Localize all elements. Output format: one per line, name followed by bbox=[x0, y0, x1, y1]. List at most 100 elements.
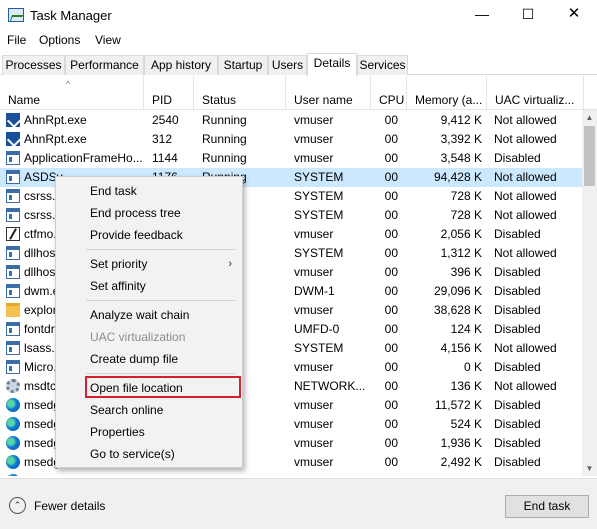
cell-uac: Not allowed bbox=[494, 170, 557, 184]
table-row[interactable]: AhnRpt.exe 2540 Running vmuser 00 9,412 K Not … bbox=[0, 111, 582, 130]
cell-user: vmuser bbox=[294, 113, 334, 127]
ahnlab-icon bbox=[6, 113, 20, 127]
cell-cpu: 00 bbox=[384, 151, 398, 165]
close-button[interactable]: ✕ bbox=[551, 0, 597, 30]
cell-memory: 3,548 K bbox=[440, 151, 482, 165]
cell-uac: Disabled bbox=[494, 284, 541, 298]
menu-item-end-task[interactable]: End task bbox=[56, 180, 242, 202]
gear-icon bbox=[6, 379, 20, 393]
app-window-icon bbox=[6, 151, 20, 165]
column-header: ^ Name PID Status User name CPU Memory (… bbox=[0, 76, 597, 110]
cell-uac: Disabled bbox=[494, 227, 541, 241]
cell-memory: 1,312 K bbox=[440, 246, 482, 260]
app-window-icon bbox=[6, 322, 20, 336]
column-user-name[interactable]: User name bbox=[286, 76, 371, 110]
footer: ⌃ Fewer details End task bbox=[0, 478, 597, 529]
column-pid[interactable]: PID bbox=[144, 76, 194, 110]
cell-cpu: 00 bbox=[384, 246, 398, 260]
menu-item-end-process-tree[interactable]: End process tree bbox=[56, 202, 242, 224]
menu-file[interactable]: File bbox=[7, 33, 26, 47]
vertical-scrollbar[interactable]: ▲ ▼ bbox=[582, 110, 597, 476]
cell-uac: Disabled bbox=[494, 265, 541, 279]
menu-item-set-affinity[interactable]: Set affinity bbox=[56, 275, 242, 297]
cell-memory: 4,156 K bbox=[440, 341, 482, 355]
menu-bar: File Options View bbox=[0, 31, 597, 51]
cell-uac: Disabled bbox=[494, 303, 541, 317]
tab-users[interactable]: Users bbox=[268, 55, 307, 75]
column-memory[interactable]: Memory (a... bbox=[407, 76, 487, 110]
cell-user: UMFD-0 bbox=[294, 322, 340, 336]
ctfmon-icon bbox=[6, 227, 20, 241]
cell-cpu: 00 bbox=[384, 341, 398, 355]
table-row[interactable]: AhnRpt.exe 312 Running vmuser 00 3,392 K Not a… bbox=[0, 130, 582, 149]
cell-memory: 94,428 K bbox=[433, 170, 482, 184]
tab-app-history[interactable]: App history bbox=[144, 55, 218, 75]
cell-memory: 9,412 K bbox=[440, 113, 482, 127]
cell-name: msedg... bbox=[24, 474, 142, 476]
menu-item-properties[interactable]: Properties bbox=[56, 421, 242, 443]
tab-startup[interactable]: Startup bbox=[218, 55, 268, 75]
menu-item-analyze-wait-chain[interactable]: Analyze wait chain bbox=[56, 304, 242, 326]
table-row[interactable]: ApplicationFrameHo... 1144 Running vmuser 00… bbox=[0, 149, 582, 168]
cell-memory: 0 K bbox=[463, 360, 482, 374]
edge-icon bbox=[6, 398, 20, 412]
menu-item-label: UAC virtualization bbox=[90, 330, 186, 344]
menu-item-create-dump-file[interactable]: Create dump file bbox=[56, 348, 242, 370]
cell-cpu: 00 bbox=[384, 436, 398, 450]
menu-item-go-to-service-s[interactable]: Go to service(s) bbox=[56, 443, 242, 465]
cell-user: vmuser bbox=[294, 360, 334, 374]
cell-cpu: 00 bbox=[384, 170, 398, 184]
cell-uac: Disabled bbox=[494, 151, 541, 165]
tab-bar: Processes Performance App history Startu… bbox=[0, 53, 597, 76]
menu-options[interactable]: Options bbox=[39, 33, 80, 47]
menu-item-label: Analyze wait chain bbox=[90, 308, 190, 322]
cell-user: vmuser bbox=[294, 151, 334, 165]
scroll-thumb[interactable] bbox=[584, 126, 595, 186]
menu-item-label: Search online bbox=[90, 403, 164, 417]
scroll-up-icon[interactable]: ▲ bbox=[582, 110, 597, 125]
cell-cpu: 00 bbox=[384, 265, 398, 279]
edge-icon bbox=[6, 417, 20, 431]
menu-item-label: Create dump file bbox=[90, 352, 179, 366]
tab-performance[interactable]: Performance bbox=[65, 55, 144, 75]
cell-user: vmuser bbox=[294, 398, 334, 412]
cell-memory: 728 K bbox=[450, 189, 482, 203]
app-window-icon bbox=[6, 208, 20, 222]
column-name[interactable]: Name bbox=[0, 76, 144, 110]
cell-uac: Not allowed bbox=[494, 113, 557, 127]
menu-separator bbox=[86, 249, 236, 250]
edge-icon bbox=[6, 455, 20, 469]
tab-details[interactable]: Details bbox=[307, 53, 357, 76]
app-window-icon bbox=[6, 246, 20, 260]
column-uac[interactable]: UAC virtualiz... bbox=[487, 76, 584, 110]
tab-processes[interactable]: Processes bbox=[2, 55, 65, 75]
cell-memory: 136 K bbox=[450, 379, 482, 393]
cell-cpu: 00 bbox=[384, 132, 398, 146]
table-row[interactable]: msedg... Running bbox=[0, 472, 582, 476]
scroll-down-icon[interactable]: ▼ bbox=[582, 461, 597, 476]
cell-cpu: 00 bbox=[384, 227, 398, 241]
cell-user: vmuser bbox=[294, 132, 334, 146]
minimize-button[interactable]: — bbox=[459, 0, 505, 30]
chevron-up-icon[interactable]: ⌃ bbox=[9, 497, 26, 514]
cell-uac: Disabled bbox=[494, 417, 541, 431]
menu-view[interactable]: View bbox=[95, 33, 121, 47]
cell-memory: 2,492 K bbox=[440, 455, 482, 469]
cell-name: ApplicationFrameHo... bbox=[24, 151, 142, 165]
cell-status: Running bbox=[202, 113, 247, 127]
menu-item-set-priority[interactable]: Set priority › bbox=[56, 253, 242, 275]
maximize-button[interactable]: ☐ bbox=[505, 0, 551, 30]
cell-user: SYSTEM bbox=[294, 246, 344, 260]
window-title: Task Manager bbox=[30, 8, 112, 23]
cell-uac: Disabled bbox=[494, 360, 541, 374]
cell-user: SYSTEM bbox=[294, 170, 344, 184]
cell-uac: Not allowed bbox=[494, 379, 557, 393]
column-cpu[interactable]: CPU bbox=[371, 76, 407, 110]
menu-item-provide-feedback[interactable]: Provide feedback bbox=[56, 224, 242, 246]
tab-services[interactable]: Services bbox=[357, 55, 408, 75]
end-task-button[interactable]: End task bbox=[505, 495, 589, 518]
cell-cpu: 00 bbox=[384, 379, 398, 393]
fewer-details-link[interactable]: Fewer details bbox=[34, 499, 105, 513]
menu-item-search-online[interactable]: Search online bbox=[56, 399, 242, 421]
column-status[interactable]: Status bbox=[194, 76, 286, 110]
